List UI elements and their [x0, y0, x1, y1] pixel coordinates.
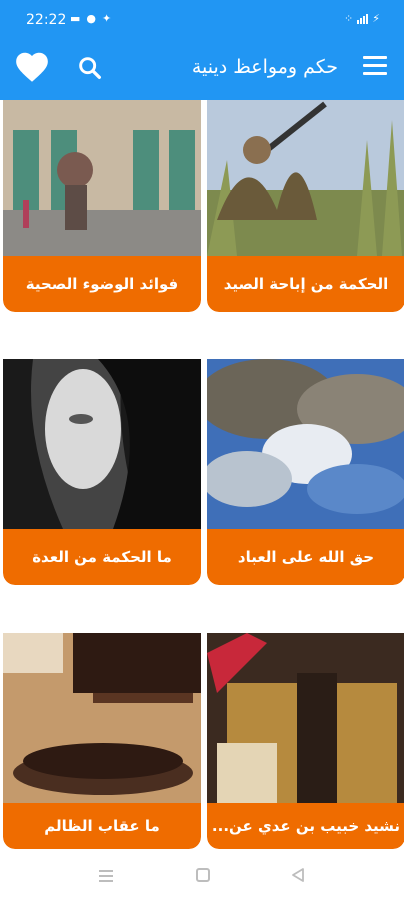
card-rights-of-god[interactable]: حق الله على العباد — [207, 359, 404, 585]
battery-charging-icon: ⚡ — [372, 12, 380, 25]
mosque-courtyard-image — [3, 100, 201, 256]
status-right-icons: ⁘ ⚡ — [344, 12, 380, 25]
usb-icon: ✦ — [102, 12, 118, 25]
recent-apps-icon[interactable] — [99, 870, 113, 885]
card-label: الحكمة من إباحة الصيد — [207, 256, 404, 312]
wifi-icon: ⁘ — [344, 12, 354, 25]
status-time: 22:22 — [26, 12, 67, 28]
notification-icon: ▬ — [70, 12, 87, 25]
card-label: فوائد الوضوء الصحية — [3, 256, 201, 312]
system-nav-bar — [0, 850, 404, 900]
app-title: حكم ومواعظ دينية — [191, 56, 338, 78]
status-notification-icons: ▬●✦ — [70, 12, 117, 25]
home-icon[interactable] — [196, 868, 210, 882]
gavel-image — [3, 633, 201, 803]
old-book-image — [207, 633, 404, 803]
app-bar: حكم ومواعظ دينية — [0, 36, 404, 100]
card-label: حق الله على العباد — [207, 529, 404, 585]
status-bar: 22:22 ▬●✦ ⁘ ⚡ — [0, 0, 404, 36]
woman-portrait-image — [3, 359, 201, 529]
shield-icon: ● — [86, 12, 103, 25]
cloudy-sky-image — [207, 359, 404, 529]
heart-icon[interactable] — [13, 48, 51, 86]
hunter-image — [207, 100, 404, 256]
card-hunting-wisdom[interactable]: الحكمة من إباحة الصيد — [207, 100, 404, 312]
articles-grid: الحكمة من إباحة الصيد فوائد الوضوء الصحي… — [0, 100, 404, 850]
card-label: ما الحكمة من العدة — [3, 529, 201, 585]
signal-icon — [357, 13, 369, 24]
card-oppressor-punishment[interactable]: ما عقاب الظالم — [3, 633, 201, 849]
search-icon[interactable] — [76, 54, 104, 82]
card-label: نشيد خبيب بن عدي عن... — [207, 803, 404, 849]
menu-icon[interactable] — [363, 56, 387, 80]
card-khubayb-chant[interactable]: نشيد خبيب بن عدي عن... — [207, 633, 404, 849]
card-wisdom-of-iddah[interactable]: ما الحكمة من العدة — [3, 359, 201, 585]
card-label: ما عقاب الظالم — [3, 803, 201, 849]
back-icon[interactable] — [290, 867, 306, 883]
card-ablution-benefits[interactable]: فوائد الوضوء الصحية — [3, 100, 201, 312]
